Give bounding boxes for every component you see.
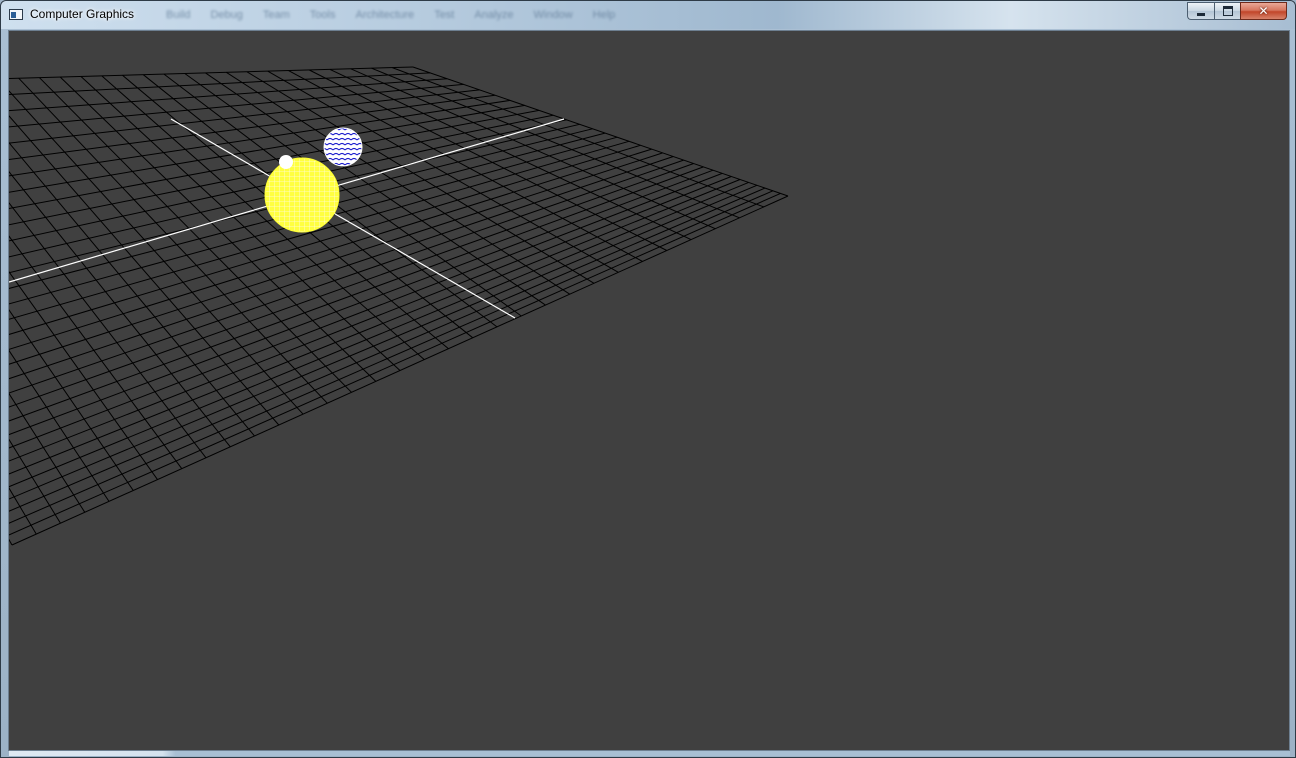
grid-line (9, 184, 758, 500)
sun-sphere (264, 157, 340, 233)
window-title: Computer Graphics (30, 7, 135, 21)
minimize-button[interactable] (1187, 2, 1214, 20)
grid-line (329, 68, 692, 241)
ghost-menu-item: Tools (309, 9, 336, 21)
minimize-icon (1197, 12, 1205, 16)
grid-line (9, 170, 231, 448)
scene-canvas[interactable] (9, 31, 1290, 751)
grid-line (9, 181, 749, 488)
grid-line (9, 99, 511, 177)
grid-line (9, 538, 13, 546)
grid-line (9, 192, 781, 536)
ghost-menu-item: Team (262, 9, 290, 21)
grid-line (9, 179, 741, 475)
grid-line (9, 187, 766, 512)
ground-grid (9, 66, 789, 546)
grid-line (9, 156, 674, 380)
render-viewport[interactable] (8, 30, 1290, 751)
ghost-menu-item: Window (533, 9, 573, 21)
grid-line (9, 169, 714, 436)
window-bottom-border (9, 751, 1290, 756)
grid-line (9, 115, 280, 426)
grid-line (350, 68, 716, 230)
ghost-menu-item: Help (592, 9, 616, 21)
grid-line (371, 67, 740, 219)
ghost-menu-item: Build (166, 9, 191, 21)
close-icon: ✕ (1258, 4, 1269, 18)
planet-sphere (323, 127, 363, 167)
grid-line (9, 487, 37, 535)
ghost-menu-item: Test (434, 9, 455, 21)
maximize-button[interactable] (1214, 2, 1240, 20)
close-button[interactable]: ✕ (1240, 2, 1287, 20)
title-bar[interactable]: Computer Graphics Build Debug Team Tools… (1, 1, 1295, 29)
ghost-menu-item: Architecture (355, 9, 415, 21)
ghost-menu-item: Debug (210, 9, 243, 21)
app-icon[interactable] (9, 9, 23, 20)
grid-line (412, 66, 789, 197)
ghost-menu-item: Analyze (474, 9, 514, 21)
maximize-icon (1222, 6, 1233, 16)
grid-line (9, 72, 431, 95)
background-menu-ghost: Build Debug Team Tools Architecture Test… (166, 9, 615, 25)
moon-sphere (279, 155, 293, 169)
app-window: Computer Graphics Build Debug Team Tools… (0, 0, 1296, 758)
window-controls: ✕ (1187, 2, 1287, 20)
